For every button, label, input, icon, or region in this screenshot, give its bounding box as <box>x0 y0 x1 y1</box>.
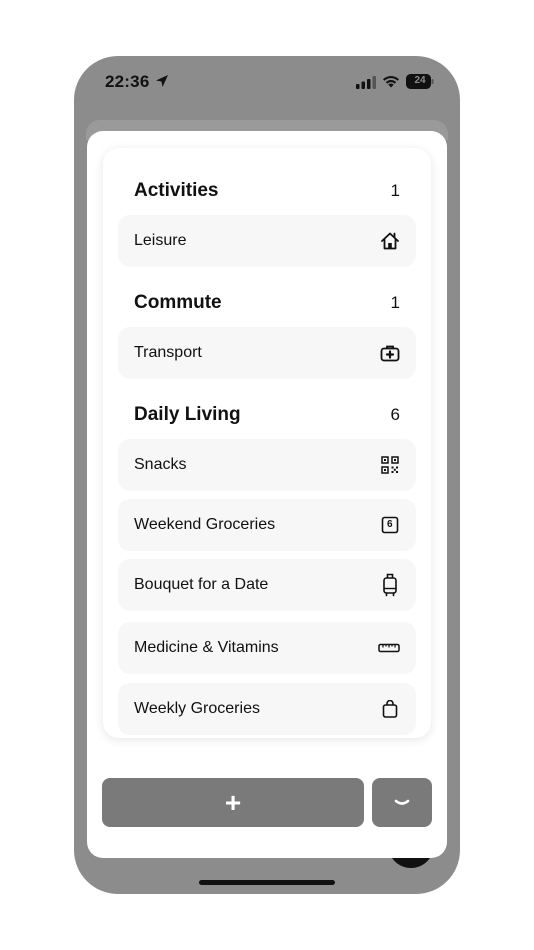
qr-code-icon <box>380 455 400 475</box>
location-arrow-icon <box>156 75 168 87</box>
status-bar: 22:36 24 <box>74 56 460 108</box>
collapse-button[interactable] <box>372 778 432 827</box>
list-item-snacks[interactable]: Snacks <box>118 439 416 491</box>
ruler-icon <box>378 638 400 658</box>
home-indicator[interactable] <box>199 880 335 885</box>
section-count: 1 <box>390 293 400 312</box>
bag-icon <box>380 699 400 719</box>
list-item-label: Leisure <box>134 232 187 249</box>
list-item-bouquet-for-a-date[interactable]: Bouquet for a Date <box>118 559 416 611</box>
list-item-label: Transport <box>134 344 202 361</box>
list-item-weekly-groceries[interactable]: Weekly Groceries <box>118 683 416 735</box>
list-item-label: Weekend Groceries <box>134 516 276 533</box>
section-title: Daily Living <box>134 404 241 425</box>
list-item-label: Snacks <box>134 456 187 473</box>
section-header-activities: Activities 1 <box>134 176 400 206</box>
plus-icon: + <box>224 786 242 818</box>
list-item-label: Bouquet for a Date <box>134 576 269 593</box>
list-item-transport[interactable]: Transport <box>118 327 416 379</box>
section-title: Commute <box>134 292 222 313</box>
section-title: Activities <box>134 180 219 201</box>
section-count: 1 <box>390 181 400 200</box>
list-item-label: Medicine & Vitamins <box>134 639 279 656</box>
section-header-daily-living: Daily Living 6 <box>134 400 400 430</box>
status-time: 22:36 <box>105 72 150 91</box>
cellular-signal-icon <box>356 76 376 89</box>
category-list: Activities 1 Leisure Commute 1 Transport <box>103 148 431 738</box>
house-icon <box>380 231 400 251</box>
list-item-weekend-groceries[interactable]: Weekend Groceries 6 <box>118 499 416 551</box>
battery-level: 24 <box>414 75 426 86</box>
list-item-label: Weekly Groceries <box>134 700 260 717</box>
section-count: 6 <box>390 405 400 424</box>
list-item-medicine-vitamins[interactable]: Medicine & Vitamins <box>118 622 416 674</box>
section-header-commute: Commute 1 <box>134 288 400 318</box>
calendar-6-icon: 6 <box>380 515 400 535</box>
calendar-day: 6 <box>387 519 393 530</box>
medical-bag-icon <box>380 343 400 363</box>
chevron-down-icon <box>394 799 410 805</box>
suitcase-icon <box>380 573 400 597</box>
wifi-icon <box>383 75 399 88</box>
add-category-button[interactable]: + <box>102 778 364 827</box>
list-item-leisure[interactable]: Leisure <box>118 215 416 267</box>
